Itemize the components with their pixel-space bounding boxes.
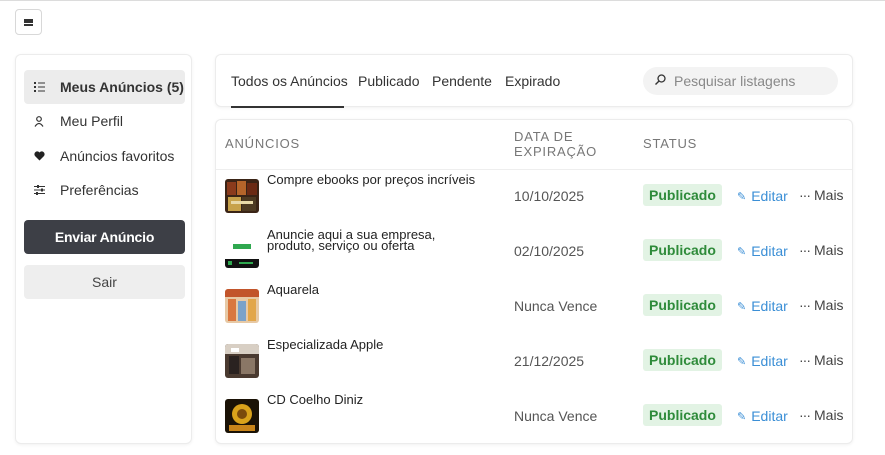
more-menu[interactable]: ··· Mais: [799, 352, 844, 368]
ad-title[interactable]: Especializada Apple: [267, 338, 477, 351]
table-row: Especializada Apple 21/12/2025 Publicado…: [216, 338, 852, 399]
ad-title[interactable]: Compre ebooks por preços incríveis: [267, 173, 477, 186]
active-tab-indicator: [231, 106, 344, 108]
edit-icon: ✎: [737, 300, 747, 313]
edit-icon: ✎: [737, 190, 747, 203]
more-label: Mais: [814, 187, 844, 203]
ad-thumbnail[interactable]: [225, 179, 259, 213]
ad-thumbnail[interactable]: [225, 399, 259, 433]
column-header-ads: ANÚNCIOS: [225, 136, 301, 151]
sidebar-item-label: Preferências: [60, 182, 139, 198]
ellipsis-icon: ···: [799, 352, 811, 368]
status-badge: Publicado: [643, 184, 722, 206]
sidebar-item-preferences[interactable]: Preferências: [24, 173, 185, 207]
expiry-date: 21/12/2025: [514, 353, 585, 369]
edit-label: Editar: [751, 243, 788, 259]
edit-link[interactable]: ✎ Editar: [737, 408, 788, 424]
sidebar-item-favorites[interactable]: Anúncios favoritos: [24, 139, 185, 173]
table-row: Compre ebooks por preços incríveis 10/10…: [216, 173, 852, 234]
hamburger-menu-button[interactable]: [15, 9, 42, 35]
expiry-date: 02/10/2025: [514, 243, 585, 259]
edit-icon: ✎: [737, 355, 747, 368]
tabs-bar: Todos os Anúncios Publicado Pendente Exp…: [215, 54, 853, 108]
edit-link[interactable]: ✎ Editar: [737, 243, 788, 259]
table-row: CD Coelho Diniz Nunca Vence Publicado ✎ E…: [216, 393, 852, 454]
search-placeholder: Pesquisar listagens: [674, 73, 796, 89]
more-label: Mais: [814, 242, 844, 258]
status-badge: Publicado: [643, 294, 722, 316]
edit-icon: ✎: [737, 245, 747, 258]
heart-icon: [24, 151, 54, 161]
send-ad-button[interactable]: Enviar Anúncio: [24, 220, 185, 254]
search-icon: [655, 74, 666, 88]
tab-pending[interactable]: Pendente: [432, 73, 492, 89]
edit-label: Editar: [751, 188, 788, 204]
more-menu[interactable]: ··· Mais: [799, 407, 844, 423]
ad-thumbnail[interactable]: [225, 344, 259, 378]
logout-button[interactable]: Sair: [24, 265, 185, 299]
edit-link[interactable]: ✎ Editar: [737, 188, 788, 204]
sidebar-item-my-ads[interactable]: Meus Anúncios (5): [24, 70, 185, 104]
ad-thumbnail[interactable]: [225, 289, 259, 323]
header-divider: [216, 169, 852, 170]
hamburger-icon: [24, 18, 33, 26]
sidebar-item-label: Anúncios favoritos: [60, 148, 175, 164]
ad-thumbnail[interactable]: [225, 234, 259, 268]
ad-title[interactable]: Aquarela: [267, 283, 477, 296]
list-icon: [24, 82, 54, 92]
table-row: Anuncie aqui a sua empresa, produto, ser…: [216, 228, 852, 289]
edit-link[interactable]: ✎ Editar: [737, 298, 788, 314]
status-badge: Publicado: [643, 349, 722, 371]
ellipsis-icon: ···: [799, 242, 811, 258]
column-header-expiry-line2: EXPIRAÇÃO: [514, 144, 598, 159]
more-menu[interactable]: ··· Mais: [799, 297, 844, 313]
listings-table: ANÚNCIOS DATA DE EXPIRAÇÃO STATUS Compre…: [215, 119, 853, 444]
top-border: [0, 0, 885, 1]
more-label: Mais: [814, 352, 844, 368]
column-header-status: STATUS: [643, 136, 698, 151]
table-row: Aquarela Nunca Vence Publicado ✎ Editar ·…: [216, 283, 852, 344]
tab-expired[interactable]: Expirado: [505, 73, 560, 89]
user-icon: [24, 115, 54, 127]
expiry-date: Nunca Vence: [514, 298, 598, 314]
sidebar-item-profile[interactable]: Meu Perfil: [24, 104, 185, 138]
expiry-date: Nunca Vence: [514, 408, 598, 424]
more-menu[interactable]: ··· Mais: [799, 187, 844, 203]
edit-icon: ✎: [737, 410, 747, 423]
edit-link[interactable]: ✎ Editar: [737, 353, 788, 369]
column-header-expiry-line1: DATA DE: [514, 129, 574, 144]
tab-all-ads[interactable]: Todos os Anúncios: [231, 73, 348, 89]
more-label: Mais: [814, 407, 844, 423]
status-badge: Publicado: [643, 404, 722, 426]
ellipsis-icon: ···: [799, 297, 811, 313]
status-badge: Publicado: [643, 239, 722, 261]
ellipsis-icon: ···: [799, 407, 811, 423]
edit-label: Editar: [751, 353, 788, 369]
more-label: Mais: [814, 297, 844, 313]
sliders-icon: [24, 185, 54, 195]
expiry-date: 10/10/2025: [514, 188, 585, 204]
ellipsis-icon: ···: [799, 187, 811, 203]
more-menu[interactable]: ··· Mais: [799, 242, 844, 258]
edit-label: Editar: [751, 408, 788, 424]
sidebar-item-label: Meu Perfil: [60, 113, 124, 129]
sidebar: Meus Anúncios (5) Meu Perfil Anúncios fa…: [15, 54, 192, 444]
search-input[interactable]: Pesquisar listagens: [643, 67, 838, 95]
ad-title[interactable]: Anuncie aqui a sua empresa, produto, ser…: [267, 228, 477, 252]
ad-title[interactable]: CD Coelho Diniz: [267, 393, 477, 406]
tab-published[interactable]: Publicado: [358, 73, 420, 89]
sidebar-item-label: Meus Anúncios (5): [60, 79, 184, 95]
edit-label: Editar: [751, 298, 788, 314]
